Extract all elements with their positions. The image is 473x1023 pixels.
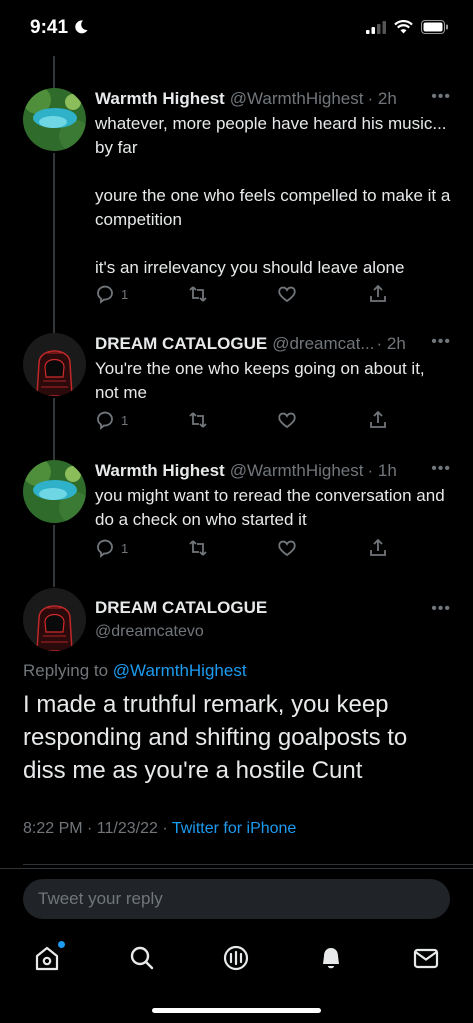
author-handle[interactable]: @dreamcatevo	[95, 623, 204, 641]
moon-icon	[75, 20, 88, 34]
avatar[interactable]	[23, 333, 86, 396]
reply-bar: Tweet your reply	[0, 868, 473, 933]
heart-icon	[278, 412, 296, 429]
tweet-datetime: 8:22 PM · 11/23/22 ·	[23, 820, 172, 837]
wifi-icon	[394, 20, 413, 34]
home-tab[interactable]	[32, 941, 65, 973]
replying-to-link[interactable]: @WarmthHighest	[113, 661, 247, 680]
author-name[interactable]: DREAM CATALOGUE	[95, 598, 267, 618]
notifications-tab[interactable]	[316, 943, 346, 973]
retweet-icon	[189, 540, 207, 556]
retweet-button[interactable]	[188, 410, 208, 430]
reply-count: 1	[121, 412, 129, 428]
avatar[interactable]	[23, 460, 86, 523]
author-name[interactable]: DREAM CATALOGUE	[95, 333, 267, 355]
status-bar: 9:41	[0, 0, 473, 56]
replying-to: Replying to @WarmthHighest	[23, 661, 247, 681]
divider	[23, 864, 473, 865]
retweet-button[interactable]	[188, 538, 208, 558]
search-tab[interactable]	[127, 943, 157, 973]
more-options-icon[interactable]: •••	[431, 600, 451, 618]
tweet-actions: 1	[95, 410, 395, 434]
tweet-text: you might want to reread the conversatio…	[95, 486, 445, 529]
messages-icon	[413, 948, 439, 969]
like-button[interactable]	[277, 284, 297, 304]
tweet-text: I made a truthful remark, you keep respo…	[23, 691, 408, 784]
reply-count: 1	[121, 286, 129, 302]
avatar[interactable]	[23, 88, 86, 151]
share-button[interactable]	[368, 410, 388, 430]
tweet-text: You're the one who keeps going on about …	[95, 359, 425, 402]
heart-icon	[278, 540, 296, 557]
more-options-icon[interactable]: •••	[431, 460, 451, 478]
tweet-text: whatever, more people have heard his mus…	[95, 114, 451, 277]
reply-input[interactable]: Tweet your reply	[23, 879, 450, 919]
spaces-icon	[223, 945, 249, 971]
notifications-icon	[323, 948, 339, 969]
author-handle[interactable]: @dreamcat...	[272, 333, 374, 355]
share-icon	[370, 284, 386, 302]
reply-icon	[97, 539, 113, 558]
share-icon	[370, 410, 386, 428]
tweet-time: · 2h	[367, 89, 397, 108]
more-options-icon[interactable]: •••	[431, 88, 451, 106]
like-button[interactable]	[277, 538, 297, 558]
tab-bar	[0, 933, 473, 1023]
author-name[interactable]: Warmth Highest	[95, 88, 225, 110]
like-button[interactable]	[277, 410, 297, 430]
reply-button[interactable]: 1	[95, 538, 128, 558]
status-time: 9:41	[30, 17, 69, 38]
share-icon	[370, 538, 386, 556]
replying-prefix: Replying to	[23, 661, 113, 680]
thread-line	[53, 56, 55, 88]
retweet-icon	[189, 286, 207, 302]
reply-icon	[97, 285, 113, 304]
tweet-time: · 1h	[367, 461, 397, 480]
author-handle[interactable]: @WarmthHighest	[230, 460, 364, 482]
home-icon	[35, 946, 59, 971]
share-button[interactable]	[368, 284, 388, 304]
spaces-tab[interactable]	[221, 943, 251, 973]
reply-count: 1	[121, 540, 129, 556]
tweet-actions: 1	[95, 538, 395, 562]
heart-icon	[278, 286, 296, 303]
share-button[interactable]	[368, 538, 388, 558]
tweet-time: · 2h	[376, 334, 406, 353]
reply-icon	[97, 411, 113, 430]
retweet-button[interactable]	[188, 284, 208, 304]
tweet-actions: 1	[95, 284, 395, 308]
more-options-icon[interactable]: •••	[431, 333, 451, 351]
reply-button[interactable]: 1	[95, 284, 128, 304]
author-name[interactable]: Warmth Highest	[95, 460, 225, 482]
author-handle[interactable]: @WarmthHighest	[230, 88, 364, 110]
retweet-icon	[189, 412, 207, 428]
signal-icon	[366, 20, 386, 34]
tweet-source-link[interactable]: Twitter for iPhone	[172, 820, 297, 837]
notification-dot	[58, 941, 65, 948]
reply-button[interactable]: 1	[95, 410, 128, 430]
battery-icon	[421, 20, 448, 34]
home-indicator	[152, 1008, 321, 1013]
tweet-meta: 8:22 PM · 11/23/22 · Twitter for iPhone	[23, 820, 296, 838]
search-icon	[130, 946, 154, 970]
avatar[interactable]	[23, 588, 86, 651]
messages-tab[interactable]	[411, 943, 441, 973]
status-icons	[366, 20, 449, 34]
